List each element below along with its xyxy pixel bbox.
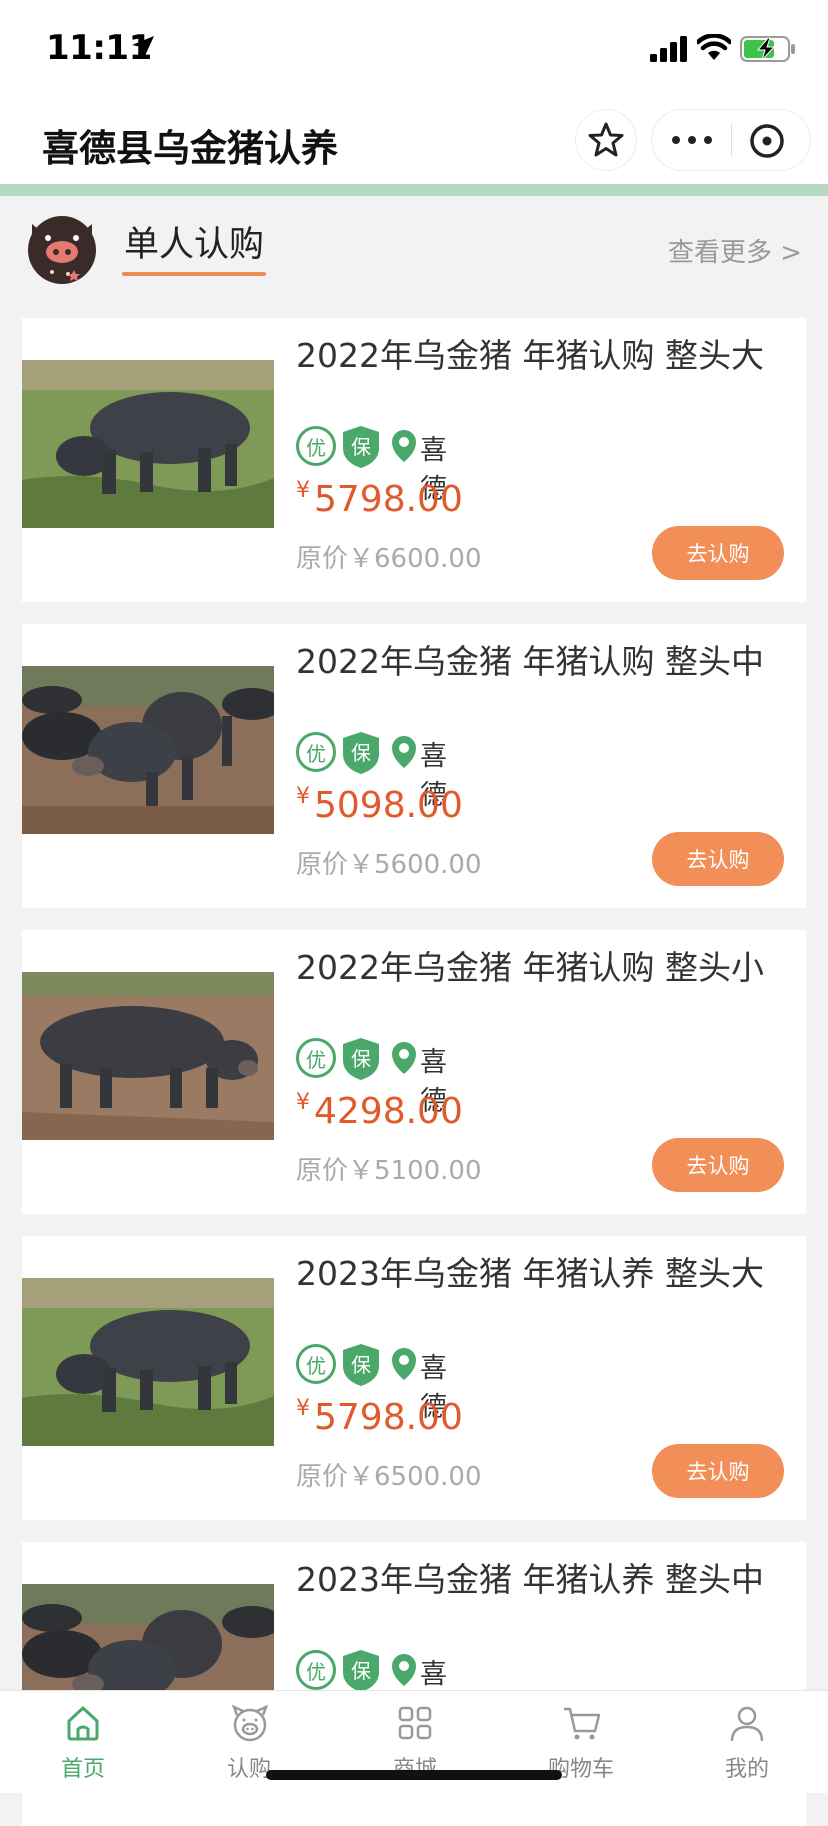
location-pin-icon [392,1042,416,1074]
capsule-divider [731,124,732,156]
section-title-underline [122,272,266,276]
pig-photo [22,1278,274,1446]
close-circle-icon[interactable] [748,122,786,160]
mini-program-capsule [652,110,810,170]
tab-label: 首页 [60,1757,105,1782]
product-card[interactable]: 2023年乌金猪 年猪认养 整头大 优 保 喜德 ¥5798.00 原价￥650… [22,1236,806,1520]
product-title: 2023年乌金猪 年猪认养 整头大 [296,1254,764,1293]
original-price: 原价￥6500.00 [296,1462,482,1492]
svg-text:保: 保 [351,435,371,459]
currency-symbol: ¥ [296,784,310,809]
user-icon [730,1706,764,1742]
price-amount: 5798.00 [314,479,463,520]
price: ¥5798.00 [296,1396,463,1438]
location-pin-icon [392,1348,416,1380]
subscribe-button[interactable]: 去认购 [652,1138,784,1192]
star-icon [588,122,624,157]
quality-badge: 优 [296,1038,336,1078]
quality-badge: 优 [296,1650,336,1690]
price: ¥5798.00 [296,478,463,520]
original-price: 原价￥5100.00 [296,1156,482,1186]
section-title: 单人认购 [124,225,265,265]
location-pin-icon [392,736,416,768]
tab-home[interactable]: 首页 [0,1691,166,1793]
nav-bar: 喜德县乌金猪认养 [0,96,828,186]
location-pin-icon [392,430,416,462]
price-amount: 4298.00 [314,1091,463,1132]
subscribe-button[interactable]: 去认购 [652,1444,784,1498]
product-card[interactable]: 2022年乌金猪 年猪认购 整头小 优 保 喜德 ¥4298.00 原价￥510… [22,930,806,1214]
subscribe-button[interactable]: 去认购 [652,526,784,580]
product-card[interactable]: 2022年乌金猪 年猪认购 整头大 优 保 喜德 ¥5798.00 原价￥660… [22,318,806,602]
price: ¥4298.00 [296,1090,463,1132]
currency-symbol: ¥ [296,478,310,503]
section-header: 单人认购 查看更多 > [0,196,828,286]
signal-icon [650,36,687,62]
price-amount: 5798.00 [314,1397,463,1438]
svg-text:保: 保 [351,741,371,765]
quality-badge: 优 [296,1344,336,1384]
pig-photo [22,972,274,1140]
product-title: 2023年乌金猪 年猪认养 整头中 [296,1560,764,1599]
more-icon[interactable] [672,128,712,152]
svg-text:保: 保 [351,1659,371,1683]
status-bar: 11:11 [0,0,828,96]
svg-text:保: 保 [351,1047,371,1071]
pig-photo [22,360,274,528]
original-price: 原价￥5600.00 [296,850,482,880]
location-pin-icon [392,1654,416,1686]
shield-badge-icon: 保 [343,426,379,468]
product-title: 2022年乌金猪 年猪认购 整头大 [296,336,764,375]
currency-symbol: ¥ [296,1090,310,1115]
original-price: 原价￥6600.00 [296,544,482,574]
price-amount: 5098.00 [314,785,463,826]
shield-badge-icon: 保 [343,732,379,774]
cart-icon [564,1707,601,1740]
home-indicator[interactable] [266,1770,562,1780]
pig-mascot-icon [28,216,96,284]
product-title: 2022年乌金猪 年猪认购 整头中 [296,642,764,681]
see-more-link[interactable]: 查看更多 > [668,232,802,269]
price: ¥5098.00 [296,784,463,826]
product-card[interactable]: 2022年乌金猪 年猪认购 整头中 优 保 喜德 ¥5098.00 原价￥560… [22,624,806,908]
quality-badge: 优 [296,732,336,772]
page-title: 喜德县乌金猪认养 [42,127,338,170]
subscribe-button[interactable]: 去认购 [652,832,784,886]
home-icon [67,1706,99,1741]
tab-profile[interactable]: 我的 [664,1691,828,1793]
svg-text:保: 保 [351,1353,371,1377]
quality-badge: 优 [296,426,336,466]
battery-charging-icon [740,36,795,62]
shield-badge-icon: 保 [343,1344,379,1386]
pig-face-icon [231,1704,269,1742]
header-divider [0,184,828,196]
wifi-icon [697,34,731,60]
tab-label: 我的 [724,1757,769,1782]
grid-icon [398,1706,432,1740]
favorite-button[interactable] [576,110,636,170]
pig-photo [22,666,274,834]
product-title: 2022年乌金猪 年猪认购 整头小 [296,948,764,987]
shield-badge-icon: 保 [343,1038,379,1080]
currency-symbol: ¥ [296,1396,310,1421]
shield-badge-icon: 保 [343,1650,379,1692]
location-arrow-icon [132,36,154,58]
